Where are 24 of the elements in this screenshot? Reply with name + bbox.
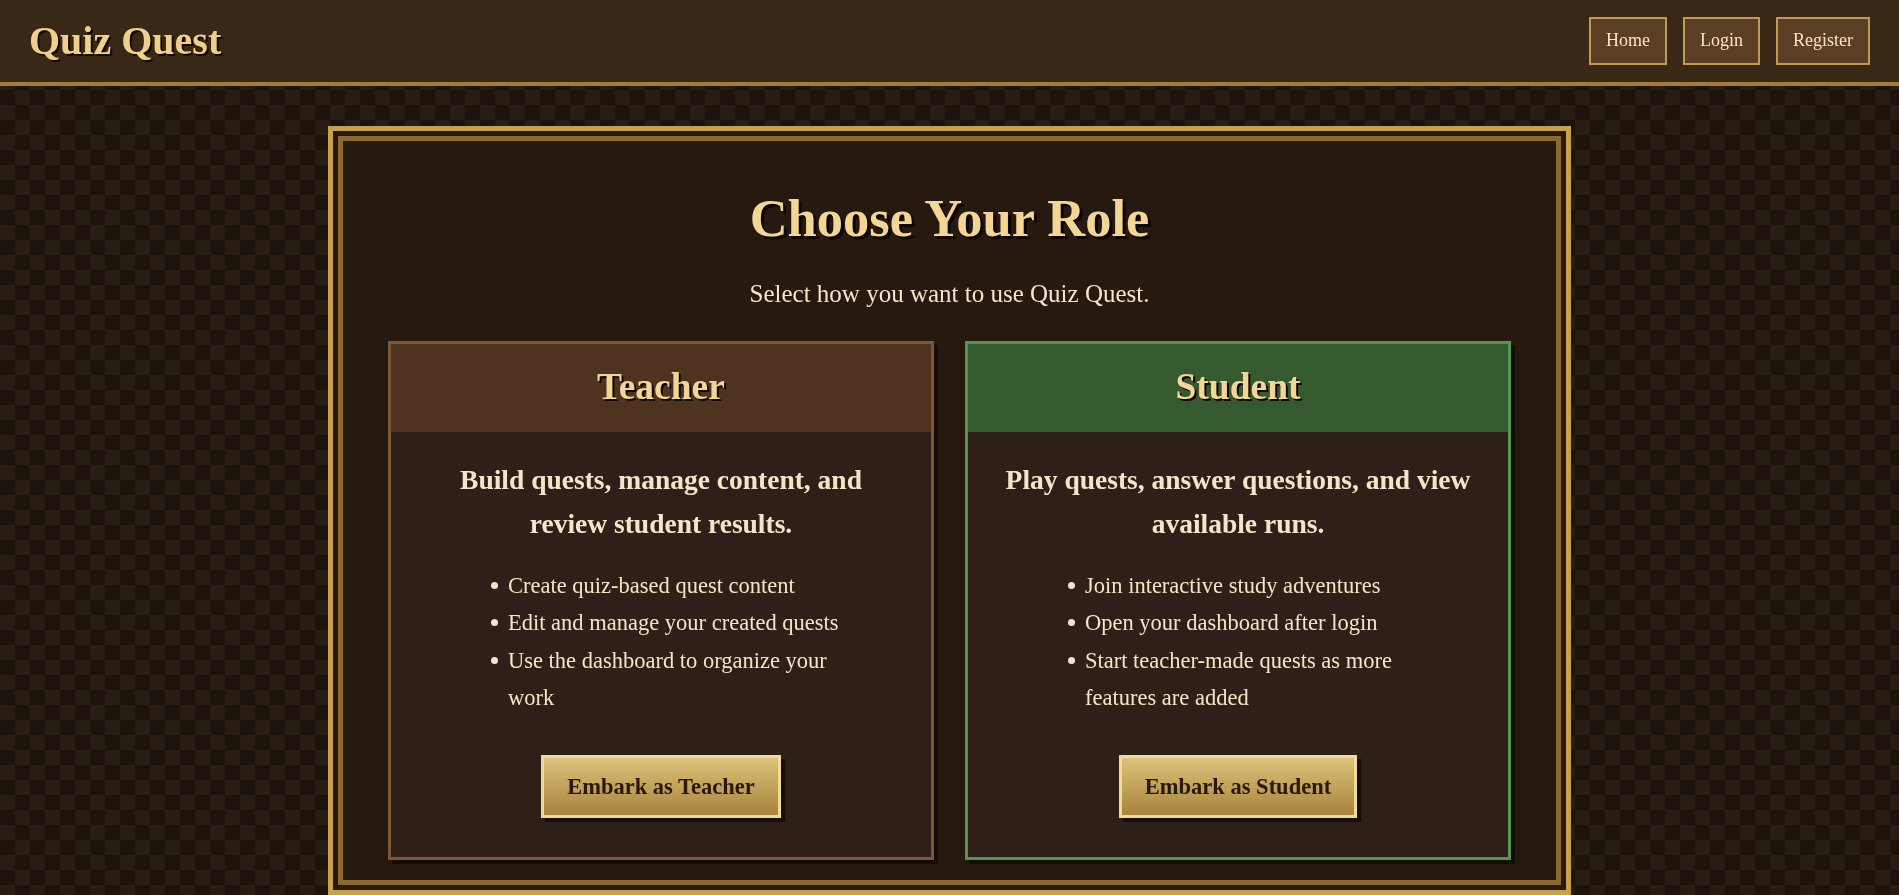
card-title: Teacher — [597, 365, 725, 410]
nav-link[interactable]: Home — [1589, 17, 1667, 65]
bullet-icon — [1068, 581, 1075, 589]
bullet-icon — [1068, 619, 1075, 626]
bullet-icon — [491, 656, 498, 664]
bullet-icon — [1068, 656, 1075, 664]
page-title: Choose Your Role — [748, 188, 1151, 249]
embark-button[interactable]: Embark as Student — [1118, 754, 1358, 819]
feature-item: Start teacher-made quests as more features are added — [1085, 646, 1393, 712]
feature-item: Use the dashboard to organize your work — [508, 646, 828, 712]
bullet-icon — [491, 581, 498, 589]
card-description: Build quests, manage content, and review student results. — [459, 462, 863, 541]
page-subtitle: Select how you want to use Quiz Quest. — [748, 279, 1151, 309]
card-title: Student — [1175, 365, 1301, 410]
bullet-icon — [491, 619, 498, 626]
feature-item: Create quiz-based quest content — [508, 571, 796, 600]
brand-title: Quiz Quest — [29, 17, 222, 65]
feature-item: Join interactive study adventures — [1085, 571, 1382, 600]
feature-item: Open your dashboard after login — [1085, 609, 1379, 637]
card-description: Play quests, answer questions, and view available runs. — [1004, 462, 1472, 541]
embark-button[interactable]: Embark as Teacher — [541, 754, 781, 819]
feature-item: Edit and manage your created quests — [508, 609, 840, 637]
nav-link[interactable]: Login — [1683, 17, 1760, 65]
nav-link[interactable]: Register — [1776, 17, 1870, 65]
